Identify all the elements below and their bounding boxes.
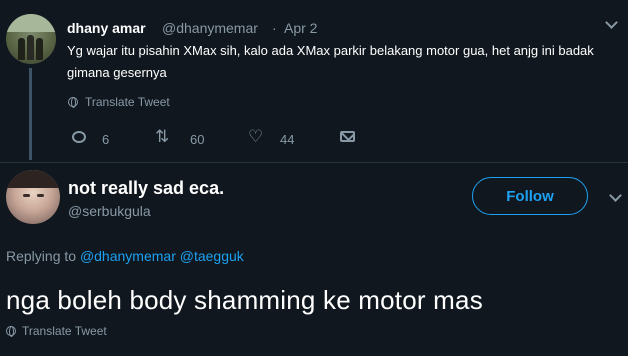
tweet1-text: Yg wajar itu pisahin XMax sih, kalo ada … bbox=[67, 43, 594, 80]
chevron-down-icon[interactable] bbox=[609, 189, 622, 202]
tweet1-date[interactable]: Apr 2 bbox=[284, 20, 317, 36]
reply-count: 6 bbox=[102, 132, 110, 147]
tweet-divider bbox=[0, 162, 628, 163]
tweet-thread: dhany amar @dhanymemar · Apr 2 Yg wajar … bbox=[0, 0, 628, 356]
globe-icon bbox=[68, 97, 78, 108]
direct-message-icon[interactable] bbox=[340, 131, 355, 142]
like-count: 44 bbox=[280, 132, 295, 147]
tweet1-separator: · bbox=[272, 20, 277, 36]
tweet1-translate-link[interactable]: Translate Tweet bbox=[85, 95, 170, 109]
retweet-count: 60 bbox=[190, 132, 205, 147]
tweet1-display-name[interactable]: dhany amar bbox=[67, 20, 146, 36]
tweet2-translate-link[interactable]: Translate Tweet bbox=[22, 324, 107, 338]
tweet2-handle[interactable]: @serbukgula bbox=[68, 203, 151, 219]
follow-button[interactable]: Follow bbox=[472, 177, 588, 215]
retweet-icon[interactable]: ⇅ bbox=[155, 127, 169, 147]
globe-icon bbox=[6, 326, 16, 337]
avatar[interactable] bbox=[6, 170, 60, 224]
like-icon[interactable]: ♡ bbox=[248, 127, 263, 147]
tweet1-handle[interactable]: @dhanymemar bbox=[162, 20, 258, 36]
replying-to-label: Replying to bbox=[6, 248, 77, 264]
tweet2-text: nga boleh body shamming ke motor mas bbox=[6, 285, 483, 315]
mention-link[interactable]: @taegguk bbox=[180, 248, 244, 264]
replying-to-line: Replying to @dhanymemar @taegguk bbox=[6, 248, 244, 264]
mention-link[interactable]: @dhanymemar bbox=[80, 248, 176, 264]
thread-connector-line bbox=[29, 68, 32, 160]
avatar[interactable] bbox=[6, 14, 56, 64]
tweet2-display-name[interactable]: not really sad eca. bbox=[68, 178, 224, 199]
chevron-down-icon[interactable] bbox=[605, 16, 618, 29]
reply-icon[interactable] bbox=[72, 131, 86, 143]
